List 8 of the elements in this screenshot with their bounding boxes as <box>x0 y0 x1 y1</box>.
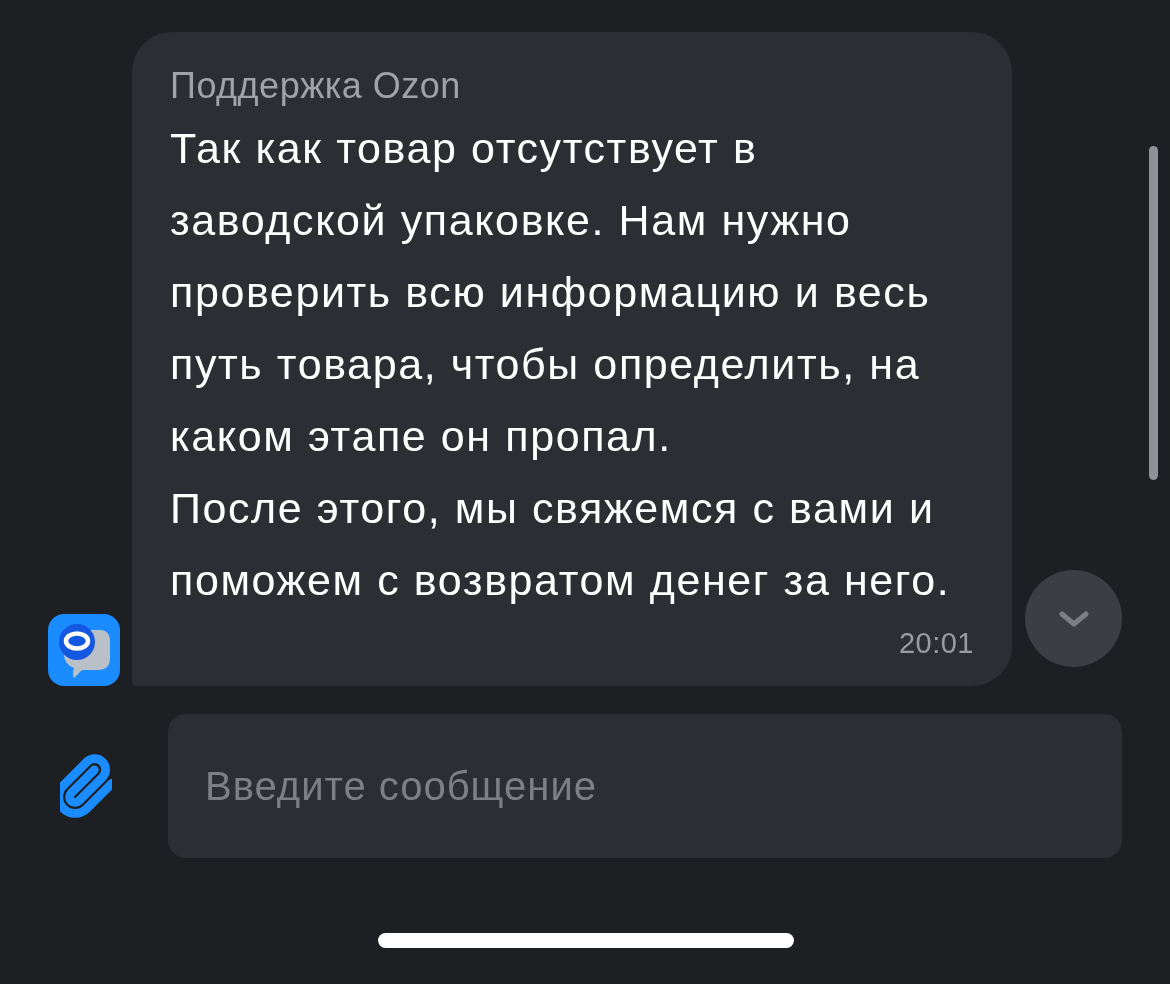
scrollbar-thumb[interactable] <box>1149 146 1158 480</box>
support-avatar-icon <box>48 614 120 686</box>
message-time: 20:01 <box>898 626 974 660</box>
chevron-down-icon <box>1058 610 1089 627</box>
message-input[interactable]: Введите сообщение <box>168 714 1122 858</box>
paperclip-icon[interactable] <box>60 754 112 818</box>
message-text: Так как товар отсутствует в заводской упаковке. Нам нужно проверить всю информацию и весь путь товара, чтобы определить, на каком этапе он пропал. После этого, мы свяжемся с вами и поможем с возвратом денег за него. <box>170 123 951 606</box>
sender-name: Поддержка Ozon <box>170 66 461 106</box>
